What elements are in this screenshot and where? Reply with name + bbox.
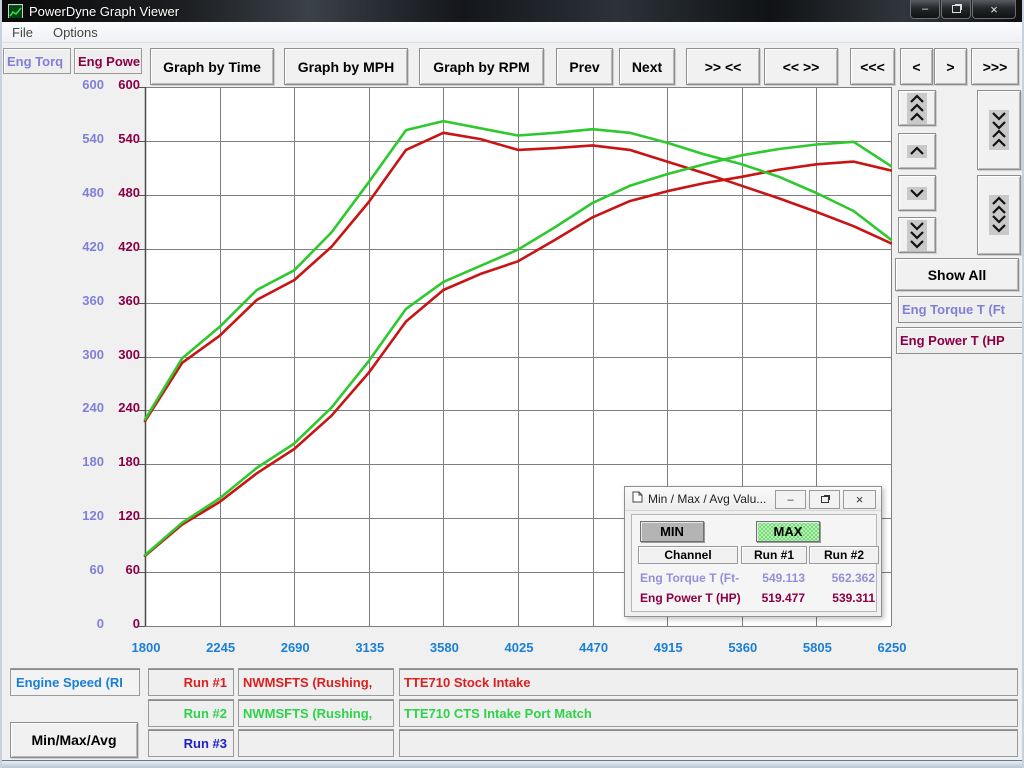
col-header-channel: Channel: [638, 546, 738, 564]
toolbar-button-[interactable]: >: [934, 48, 967, 85]
minmax-minimize-button[interactable]: –: [775, 490, 806, 509]
run-desc-2: TTE710 CTS Intake Port Match: [399, 699, 1018, 727]
y-tick-power-60: 60: [90, 562, 140, 578]
y-tick-power-420: 420: [90, 239, 140, 255]
y-tick-power-480: 480: [90, 185, 140, 201]
expand-vertical-button[interactable]: [977, 175, 1021, 255]
toolbar-button-[interactable]: >> <<: [686, 48, 760, 85]
minmax-close-button[interactable]: ×: [843, 490, 876, 509]
run-label-2[interactable]: Run #2: [148, 699, 234, 727]
y-tick-power-300: 300: [90, 347, 140, 363]
tab-eng-power[interactable]: Eng Powe: [74, 48, 142, 74]
max-button[interactable]: MAX: [756, 521, 820, 542]
run-file-3: [238, 729, 394, 757]
toolbar-button-next[interactable]: Next: [619, 48, 675, 85]
tab-eng-torque[interactable]: Eng Torq: [3, 48, 71, 74]
toolbar-button-graph-by-time[interactable]: Graph by Time: [150, 48, 274, 85]
min-button[interactable]: MIN: [640, 521, 704, 542]
x-tick-5805: 5805: [786, 640, 848, 655]
x-tick-4470: 4470: [563, 640, 625, 655]
toolbar-button-graph-by-rpm[interactable]: Graph by RPM: [419, 48, 544, 85]
x-tick-4915: 4915: [637, 640, 699, 655]
expand-vertical-icon: [989, 195, 1009, 235]
menu-file[interactable]: File: [2, 23, 43, 42]
row-torque-run1: 549.113: [743, 571, 805, 585]
minmax-window[interactable]: Min / Max / Avg Valu... – × MIN MAX Chan…: [624, 486, 882, 617]
menu-bar: File Options: [2, 22, 1024, 43]
menu-options[interactable]: Options: [43, 23, 108, 42]
toolbar-button-[interactable]: << >>: [764, 48, 838, 85]
run-label-1[interactable]: Run #1: [148, 668, 234, 696]
run-label-3[interactable]: Run #3: [148, 729, 234, 757]
y-tick-power-0: 0: [90, 616, 140, 632]
document-icon: [632, 491, 643, 506]
collapse-vertical-button[interactable]: [977, 90, 1021, 170]
toolbar-button-[interactable]: >>>: [971, 48, 1019, 85]
minimize-button[interactable]: –: [910, 0, 940, 19]
x-axis-channel-button[interactable]: Engine Speed (RI: [10, 668, 140, 696]
run-desc-3: [399, 729, 1018, 757]
show-all-button[interactable]: Show All: [895, 258, 1019, 291]
minmax-title: Min / Max / Avg Valu...: [648, 492, 766, 506]
x-tick-1800: 1800: [115, 640, 177, 655]
scroll-up-icon: [907, 145, 927, 158]
toolbar-button-[interactable]: <<<: [850, 48, 895, 85]
scroll-down-fast-button[interactable]: [898, 217, 936, 253]
toolbar-button-graph-by-mph[interactable]: Graph by MPH: [284, 48, 408, 85]
x-tick-2690: 2690: [264, 640, 326, 655]
x-tick-3135: 3135: [339, 640, 401, 655]
row-power-run1: 519.477: [743, 591, 805, 605]
window-bottom-frame: [2, 760, 1024, 768]
scroll-down-fast-icon: [907, 220, 927, 251]
channel-button-eng-torque[interactable]: Eng Torque T (Ft: [898, 296, 1024, 323]
minmaxavg-button[interactable]: Min/Max/Avg: [10, 722, 138, 758]
minmax-titlebar[interactable]: Min / Max / Avg Valu... – ×: [625, 487, 881, 511]
scroll-down-button[interactable]: [898, 175, 936, 211]
title-bar[interactable]: PowerDyne Graph Viewer – ×: [2, 0, 1024, 22]
channel-button-eng-power[interactable]: Eng Power T (HP: [896, 327, 1024, 354]
scroll-up-fast-icon: [907, 93, 927, 124]
y-tick-power-600: 600: [90, 77, 140, 93]
x-tick-3580: 3580: [413, 640, 475, 655]
row-torque-run2: 562.362: [811, 571, 875, 585]
y-tick-power-240: 240: [90, 400, 140, 416]
row-power-channel: Eng Power T (HP): [640, 591, 741, 605]
scroll-down-icon: [907, 187, 927, 200]
y-tick-power-120: 120: [90, 508, 140, 524]
toolbar-button-[interactable]: <: [900, 48, 933, 85]
run-file-1: NWMSFTS (Rushing,: [238, 668, 394, 696]
x-tick-4025: 4025: [488, 640, 550, 655]
scroll-up-button[interactable]: [898, 133, 936, 169]
row-torque-channel: Eng Torque T (Ft-: [640, 571, 739, 585]
col-header-run1: Run #1: [741, 546, 807, 564]
powerdyne-window: PowerDyne Graph Viewer – × File Options …: [0, 0, 1024, 768]
x-tick-5360: 5360: [712, 640, 774, 655]
row-power-run2: 539.311: [811, 591, 875, 605]
scroll-up-fast-button[interactable]: [898, 90, 936, 126]
run-desc-1: TTE710 Stock Intake: [399, 668, 1018, 696]
toolbar-button-prev[interactable]: Prev: [556, 48, 613, 85]
y-tick-power-180: 180: [90, 454, 140, 470]
run-file-2: NWMSFTS (Rushing,: [238, 699, 394, 727]
app-icon: [8, 4, 23, 18]
y-tick-power-360: 360: [90, 293, 140, 309]
minmax-restore-button[interactable]: [809, 490, 840, 509]
window-title: PowerDyne Graph Viewer: [29, 4, 179, 19]
collapse-vertical-icon: [989, 110, 1009, 150]
x-tick-6250: 6250: [861, 640, 923, 655]
restore-button[interactable]: [941, 0, 971, 19]
y-tick-power-540: 540: [90, 131, 140, 147]
col-header-run2: Run #2: [809, 546, 879, 564]
close-button[interactable]: ×: [972, 0, 1016, 19]
x-tick-2245: 2245: [190, 640, 252, 655]
